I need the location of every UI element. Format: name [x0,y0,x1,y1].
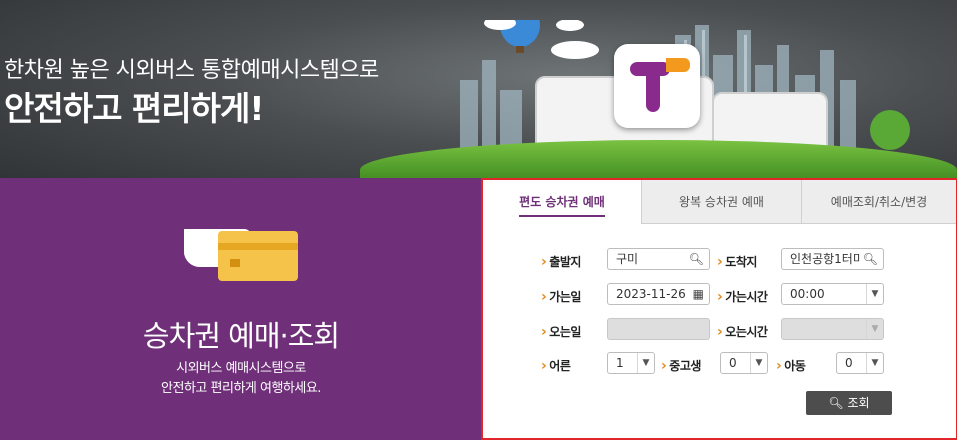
booking-form: 편도 승차권 예매 왕복 승차권 예매 예매조회/취소/변경 출발지 구미 🔍︎… [481,178,957,440]
chevron-down-icon: ▼ [866,319,883,339]
adult-select[interactable]: 1 ▼ [607,352,655,374]
chevron-down-icon: ▼ [637,353,654,373]
hero-title: 안전하고 편리하게! [4,89,264,128]
return-time-select: ▼ [781,318,884,340]
search-button[interactable]: 🔍︎ 조회 [806,391,892,415]
chevron-down-icon: ▼ [866,353,883,373]
chevron-down-icon: ▼ [750,353,767,373]
go-date-input[interactable]: 2023-11-26 ▦ [607,283,710,305]
tab-round-trip[interactable]: 왕복 승차권 예매 [641,180,801,224]
booking-tabs: 편도 승차권 예매 왕복 승차권 예매 예매조회/취소/변경 [483,180,956,224]
tab-inquiry[interactable]: 예매조회/취소/변경 [801,180,956,224]
departure-input[interactable]: 구미 🔍︎ [607,248,710,270]
search-icon: 🔍︎ [828,396,844,410]
child-label: 아동 [776,357,806,374]
hero-subtitle: 한차원 높은 시외버스 통합예매시스템으로 [4,58,379,83]
return-time-label: 오는시간 [717,323,768,340]
return-date-label: 오는일 [541,323,581,340]
t-logo [614,44,700,128]
adult-label: 어른 [541,357,571,374]
student-label: 중고생 [661,357,701,374]
ticket-promo-panel: 승차권 예매·조회 시외버스 예매시스템으로 안전하고 편리하게 여행하세요. [0,178,482,440]
ticket-card-icon [184,229,298,281]
return-date-input [607,318,710,340]
arrival-label: 도착지 [717,253,757,270]
promo-desc-line1: 시외버스 예매시스템으로 [176,361,306,376]
student-select[interactable]: 0 ▼ [720,352,768,374]
search-icon[interactable]: 🔍︎ [860,249,878,269]
hero-banner: 한차원 높은 시외버스 통합예매시스템으로 안전하고 편리하게! [0,0,957,190]
go-date-label: 가는일 [541,288,581,305]
go-time-label: 가는시간 [717,288,768,305]
search-icon[interactable]: 🔍︎ [689,249,704,269]
promo-desc-line2: 안전하고 편리하게 여행하세요. [161,381,321,396]
departure-label: 출발지 [541,253,581,270]
tab-one-way[interactable]: 편도 승차권 예매 [483,180,641,224]
chevron-down-icon: ▼ [866,284,883,304]
go-time-select[interactable]: 00:00 ▼ [781,283,884,305]
promo-title: 승차권 예매·조회 [142,319,340,353]
calendar-icon[interactable]: ▦ [693,284,704,304]
child-select[interactable]: 0 ▼ [836,352,884,374]
arrival-input[interactable]: 인천공항1터미 🔍︎ [781,248,884,270]
